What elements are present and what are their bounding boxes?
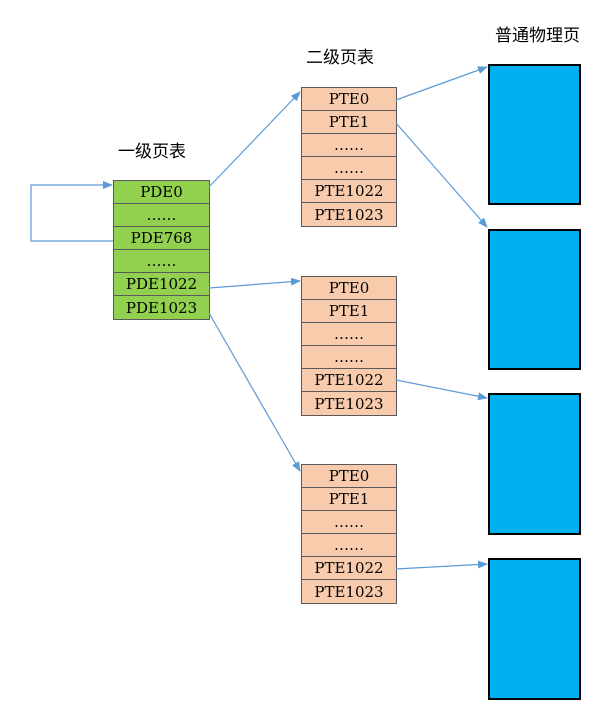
self-map-arrow <box>30 181 113 242</box>
pte0-to-page1-arrow <box>395 66 488 101</box>
arrow-layer <box>30 66 488 570</box>
pt3-pte1022-to-page4-arrow <box>395 560 488 570</box>
pte1-to-page2-arrow <box>395 122 488 228</box>
pde1022-to-pt2-arrow <box>208 277 301 289</box>
pde0-to-pt1-arrow <box>208 91 301 188</box>
pde1023-to-pt3-arrow <box>208 312 301 472</box>
pt2-pte1022-to-page3-arrow <box>395 379 488 401</box>
